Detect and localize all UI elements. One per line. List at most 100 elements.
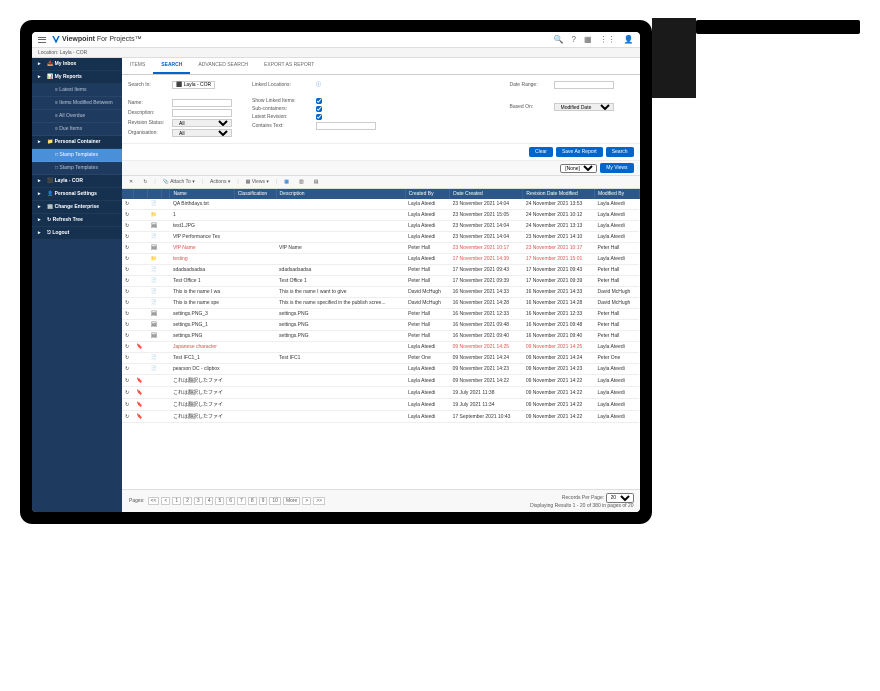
nav-personal-container[interactable]: ▸ 📁 Personal Container (32, 136, 122, 149)
tab-advanced-search[interactable]: ADVANCED SEARCH (190, 58, 256, 74)
table-row[interactable]: ↻📄QA Birthdays.txtLayla Ateedi23 Novembe… (122, 199, 639, 210)
action-bar: Clear Save As Report Search (122, 144, 640, 161)
contains-text-input[interactable] (316, 122, 376, 130)
nav-change-enterprise[interactable]: ▸ 🏢 Change Enterprise (32, 201, 122, 214)
table-row[interactable]: ↻🖼settings.PNG_3settings.PNGPeter Hall16… (122, 309, 639, 320)
search-in-value[interactable]: ⬛ Layla - COR (172, 81, 215, 89)
table-row[interactable]: ↻📁1Layla Ateedi23 November 2021 15:0524 … (122, 210, 639, 221)
revision-status-select[interactable]: All (172, 119, 232, 127)
nav-all-overdue[interactable]: ≡ All Overdue (32, 110, 122, 123)
table-row[interactable]: ↻🖼test1.JPGLayla Ateedi23 November 2021 … (122, 221, 639, 232)
page-7[interactable]: 7 (237, 497, 246, 505)
user-icon[interactable]: 👤 (624, 35, 634, 44)
page-More[interactable]: More (283, 497, 300, 505)
nav-personal-settings[interactable]: ▸ 👤 Personal Settings (32, 188, 122, 201)
table-row[interactable]: ↻📄sdadsadsadsasdadsadsadsaPeter Hall17 N… (122, 265, 639, 276)
name-label: Name: (128, 100, 168, 106)
show-linked-checkbox[interactable] (316, 98, 322, 104)
col-Revision Date Modified[interactable]: Revision Date Modified (523, 189, 595, 199)
tab-search[interactable]: SEARCH (153, 58, 190, 74)
col-Classification[interactable]: Classification (234, 189, 276, 199)
nav-refresh-tree[interactable]: ▸ ↻ Refresh Tree (32, 214, 122, 227)
table-row[interactable]: ↻🔖これは翻訳したファイLayla Ateedi19 July 2021 11:… (122, 387, 639, 399)
apps-icon[interactable]: ▦ (584, 35, 592, 44)
actions-menu[interactable]: Actions ▾ (207, 178, 233, 186)
col-icon[interactable] (122, 189, 134, 199)
based-on-select[interactable]: Modified Date (554, 103, 614, 111)
table-row[interactable]: ↻🖼settings.PNG_1settings.PNGPeter Hall16… (122, 320, 639, 331)
nav-my-inbox[interactable]: ▸ 📥 My Inbox (32, 58, 122, 71)
latest-revision-checkbox[interactable] (316, 114, 322, 120)
page-8[interactable]: 8 (248, 497, 257, 505)
clear-button[interactable]: Clear (529, 147, 553, 157)
table-row[interactable]: ↻🖼VfP NameVfP NamePeter Hall23 November … (122, 243, 639, 254)
nav-stamp-templates[interactable]: □ Stamp Templates (32, 149, 122, 162)
table-row[interactable]: ↻🔖これは翻訳したファイLayla Ateedi17 September 202… (122, 411, 639, 423)
col-Date Created[interactable]: Date Created (450, 189, 523, 199)
col-Modified By[interactable]: Modified By (594, 189, 639, 199)
tab-export-as-report[interactable]: EXPORT AS REPORT (256, 58, 322, 74)
page->>[interactable]: >> (313, 497, 325, 505)
page-9[interactable]: 9 (259, 497, 268, 505)
col-icon[interactable] (162, 189, 170, 199)
nav-stamp-templates[interactable]: □ Stamp Templates (32, 162, 122, 175)
nav-items-modified-between[interactable]: ≡ Items Modified Between (32, 97, 122, 110)
nav-due-items[interactable]: ≡ Due Items (32, 123, 122, 136)
page-4[interactable]: 4 (205, 497, 214, 505)
search-button[interactable]: Search (606, 147, 634, 157)
table-row[interactable]: ↻📄Test IFC1_1Test IFC1Peter One09 Novemb… (122, 353, 639, 364)
save-report-button[interactable]: Save As Report (556, 147, 603, 157)
breadcrumb: Location: Layla - COR (32, 48, 640, 58)
nav-my-reports[interactable]: ▸ 📊 My Reports (32, 71, 122, 84)
page-6[interactable]: 6 (226, 497, 235, 505)
col-icon[interactable] (134, 189, 148, 199)
table-row[interactable]: ↻📄This is the name speThis is the name s… (122, 298, 639, 309)
date-range-input[interactable] (554, 81, 614, 89)
nav-layla---cor[interactable]: ▸ ⬛ Layla - COR (32, 175, 122, 188)
table-row[interactable]: ↻📄This is the name I waThis is the name … (122, 287, 639, 298)
info-icon[interactable]: ⓘ (316, 81, 321, 88)
description-input[interactable] (172, 109, 232, 117)
page-10[interactable]: 10 (269, 497, 281, 505)
tool-icon[interactable]: ✕ (126, 178, 136, 186)
table-row[interactable]: ↻🔖Japanese characterLayla Ateedi09 Novem… (122, 342, 639, 353)
table-row[interactable]: ↻📄pearson DC - clipboxLayla Ateedi09 Nov… (122, 364, 639, 375)
col-icon[interactable] (148, 189, 162, 199)
views-menu[interactable]: ▦ Views ▾ (243, 178, 272, 186)
views-dropdown[interactable]: [None] (560, 164, 597, 173)
table-row[interactable]: ↻🖼settings.PNGsettings.PNGPeter Hall16 N… (122, 331, 639, 342)
table-row[interactable]: ↻🔖これは翻訳したファイLayla Ateedi19 July 2021 11:… (122, 399, 639, 411)
attach-to-menu[interactable]: 📎 Attach To ▾ (160, 178, 198, 186)
page-3[interactable]: 3 (194, 497, 203, 505)
tab-items[interactable]: ITEMS (122, 58, 153, 74)
sub-containers-checkbox[interactable] (316, 106, 322, 112)
col-Description[interactable]: Description (276, 189, 405, 199)
layout-icon-3[interactable]: ▤ (311, 178, 322, 186)
layout-icon-1[interactable]: ▦ (281, 178, 292, 186)
name-input[interactable] (172, 99, 232, 107)
col-Name[interactable]: Name (170, 189, 234, 199)
table-row[interactable]: ↻📄VfP Performance TesLayla Ateedi23 Nove… (122, 232, 639, 243)
table-row[interactable]: ↻📄Test Office 1Test Office 1Peter Hall17… (122, 276, 639, 287)
page-<[interactable]: < (161, 497, 170, 505)
help-icon[interactable]: ? (572, 35, 576, 44)
page-2[interactable]: 2 (183, 497, 192, 505)
my-views-button[interactable]: My Views (600, 163, 633, 173)
per-page-select[interactable]: 20 (606, 493, 634, 503)
layout-icon-2[interactable]: ▥ (296, 178, 307, 186)
table-row[interactable]: ↻📁testingLayla Ateedi17 November 2021 14… (122, 254, 639, 265)
page->[interactable]: > (302, 497, 311, 505)
table-row[interactable]: ↻🔖これは翻訳したファイLayla Ateedi09 November 2021… (122, 375, 639, 387)
search-icon[interactable]: 🔍 (554, 35, 564, 44)
nav-logout[interactable]: ▸ ⎋ Logout (32, 227, 122, 240)
refresh-icon[interactable]: ↻ (140, 178, 150, 186)
notifications-icon[interactable]: ⋮⋮ (600, 35, 616, 44)
col-Created By[interactable]: Created By (405, 189, 450, 199)
page-1[interactable]: 1 (172, 497, 181, 505)
page-5[interactable]: 5 (215, 497, 224, 505)
page-<<[interactable]: << (148, 497, 160, 505)
nav-latest-items[interactable]: ≡ Latest Items (32, 84, 122, 97)
organisation-select[interactable]: All (172, 129, 232, 137)
menu-icon[interactable] (38, 37, 46, 43)
topbar-actions: 🔍 ? ▦ ⋮⋮ 👤 (554, 35, 634, 44)
